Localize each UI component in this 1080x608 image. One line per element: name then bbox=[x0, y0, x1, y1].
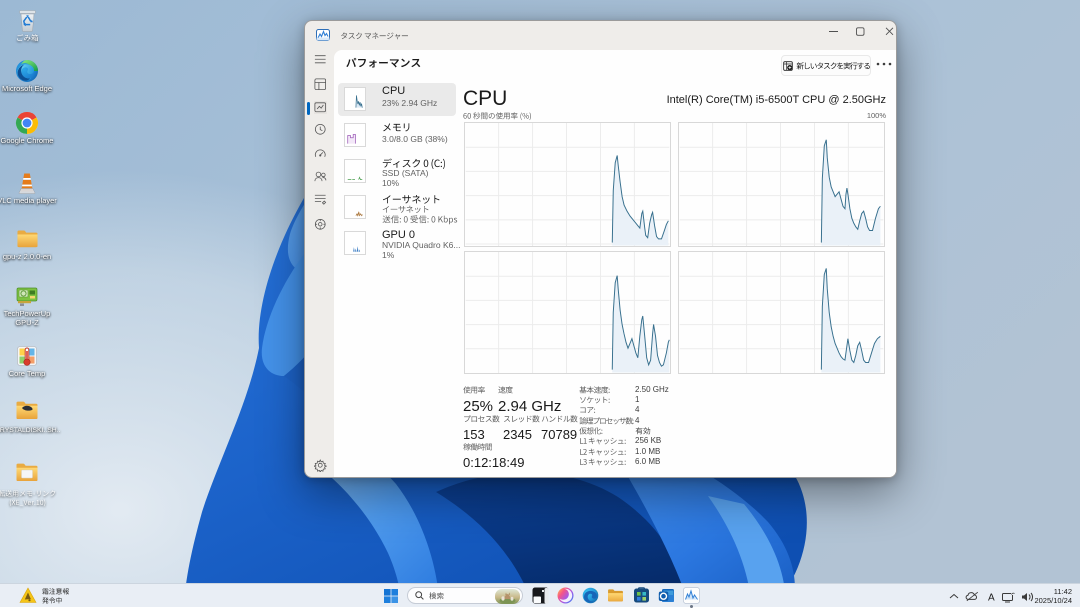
svg-text:A: A bbox=[988, 593, 995, 604]
